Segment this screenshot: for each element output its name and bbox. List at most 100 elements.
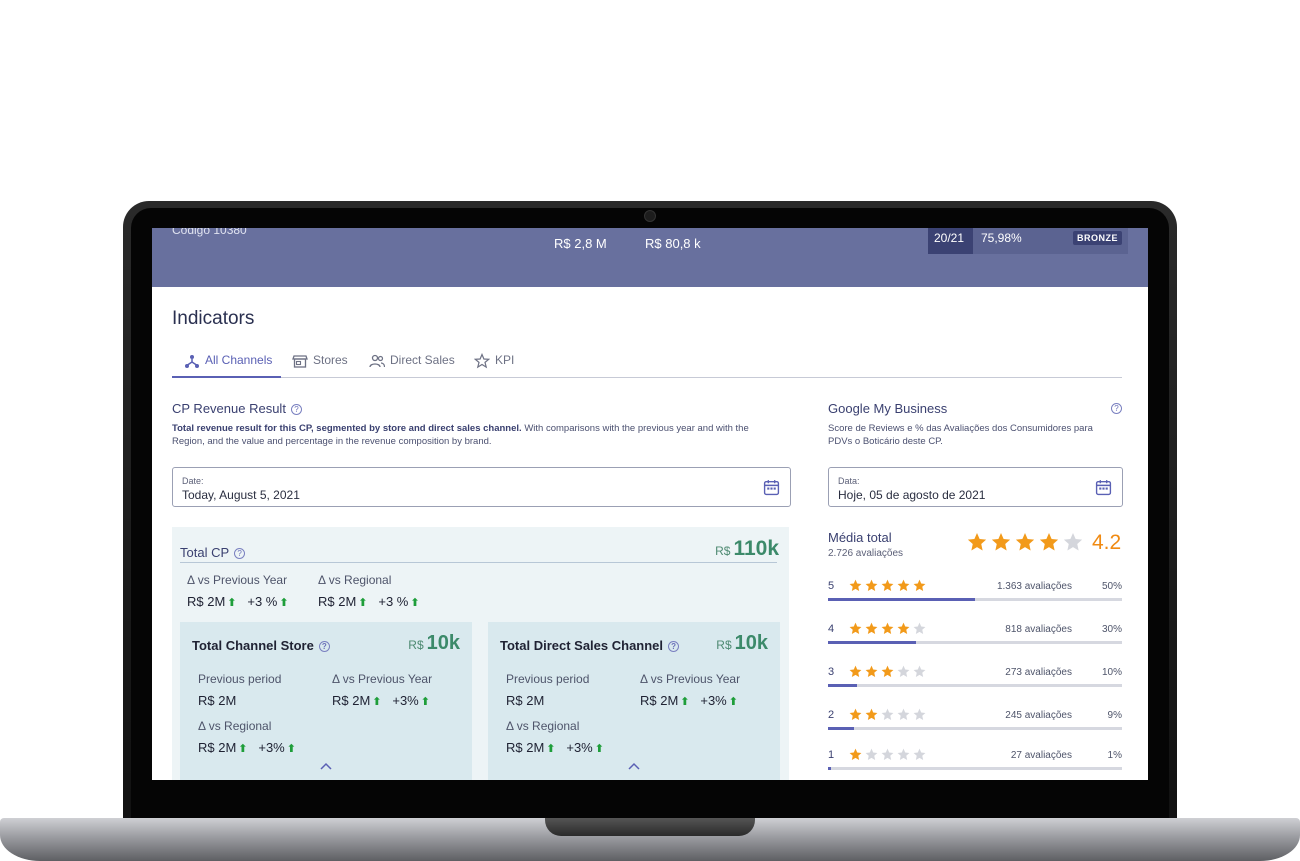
rating-percent: 1% — [1107, 750, 1122, 761]
store-icon — [292, 355, 308, 368]
tab-stores[interactable]: Stores — [292, 350, 348, 378]
rating-count: 818 avaliações — [1005, 624, 1072, 635]
star-filled-icon — [849, 708, 862, 721]
star-filled-icon — [991, 533, 1011, 551]
rating-bar-track — [828, 684, 1122, 687]
direct-sales-amount: R$ 10k — [716, 632, 768, 655]
star-empty-icon — [913, 622, 926, 635]
previous-period-label: Previous period — [506, 672, 590, 686]
currency-label: R$ — [715, 544, 731, 558]
rating-percent: 10% — [1101, 667, 1122, 678]
help-icon[interactable]: ? — [668, 641, 680, 653]
star-filled-icon — [849, 665, 862, 678]
vs-regional-values: R$ 2M ⬆ +3% ⬆ — [506, 740, 604, 755]
vs-previous-label: Δ vs Previous Year — [187, 573, 288, 587]
star-empty-icon — [897, 748, 910, 761]
rating-bar-fill — [828, 598, 975, 601]
tab-label: All Channels — [205, 353, 273, 367]
revenue-title-text: CP Revenue Result — [172, 401, 286, 416]
revenue-date-field[interactable]: Date: Today, August 5, 2021 — [172, 467, 791, 507]
star-filled-icon — [881, 665, 894, 678]
calendar-icon[interactable] — [763, 479, 780, 496]
average-label: Média total — [828, 530, 892, 545]
ranking-box: 20/21 75,98% BRONZE — [928, 228, 1128, 254]
people-icon — [369, 354, 385, 368]
channels-icon — [185, 355, 199, 368]
amount-value: 110k — [733, 537, 779, 560]
value: R$ 2M — [506, 740, 545, 755]
star-filled-icon — [913, 579, 926, 592]
arrow-up-icon: ⬆ — [279, 597, 289, 609]
rating-stars — [849, 579, 926, 592]
value: R$ 2M — [318, 594, 357, 609]
rating-level: 3 — [828, 666, 835, 678]
chevron-up-icon[interactable] — [320, 762, 332, 770]
help-icon[interactable]: ? — [318, 641, 330, 653]
value: R$ 2M — [187, 594, 226, 609]
summary-value-2: R$ 80,8 k — [645, 236, 701, 251]
tab-all-channels[interactable]: All Channels — [172, 350, 281, 378]
vs-previous-values: R$ 2M ⬆ +3% ⬆ — [332, 693, 430, 708]
channel-store-card: Total Channel Store? R$ 10k Previous peri… — [180, 622, 472, 780]
star-filled-icon — [967, 533, 987, 551]
arrow-up-icon: ⬆ — [227, 597, 237, 609]
summary-header: Código 10380 R$ 2,8 M R$ 80,8 k 20/21 75… — [152, 228, 1148, 287]
gmb-description: Score de Reviews e % das Avaliações dos … — [828, 423, 1093, 447]
summary-value-1: R$ 2,8 M — [554, 236, 607, 251]
gmb-date-field[interactable]: Data: Hoje, 05 de agosto de 2021 — [828, 467, 1123, 507]
star-filled-icon — [865, 622, 878, 635]
page-title: Indicators — [172, 308, 255, 329]
date-value: Hoje, 05 de agosto de 2021 — [838, 488, 986, 502]
vs-previous-label: Δ vs Previous Year — [640, 672, 741, 686]
value: R$ 2M — [332, 693, 371, 708]
percent: +3% — [566, 740, 593, 755]
date-label: Data: — [838, 476, 860, 486]
rating-level: 4 — [828, 623, 835, 635]
star-empty-icon — [913, 665, 926, 678]
rating-bar-track — [828, 598, 1122, 601]
tab-direct-sales[interactable]: Direct Sales — [369, 350, 455, 378]
tab-kpi[interactable]: KPI — [474, 350, 514, 378]
arrow-up-icon: ⬆ — [372, 696, 382, 708]
currency-label: R$ — [716, 638, 732, 652]
help-icon[interactable]: ? — [234, 548, 246, 560]
average-count: 2.726 avaliações — [828, 548, 904, 559]
help-icon[interactable]: ? — [290, 404, 302, 416]
rating-percent: 30% — [1101, 624, 1122, 635]
vs-previous-values: R$ 2M ⬆ +3 % ⬆ — [187, 594, 289, 609]
chevron-up-icon[interactable] — [628, 762, 640, 770]
currency-label: R$ — [408, 638, 424, 652]
arrow-up-icon: ⬆ — [238, 743, 248, 755]
date-value: Today, August 5, 2021 — [182, 488, 300, 502]
channel-store-amount: R$ 10k — [408, 632, 460, 655]
help-icon[interactable]: ? — [1111, 403, 1122, 414]
rating-count: 1.363 avaliações — [996, 581, 1072, 592]
rating-count: 273 avaliações — [1005, 667, 1072, 678]
direct-sales-title: Total Direct Sales Channel? — [500, 638, 680, 653]
tab-bar: All Channels Stores Direct Sales KPI — [172, 350, 1122, 378]
vs-previous-label: Δ vs Previous Year — [332, 672, 433, 686]
star-filled-icon — [881, 622, 894, 635]
rating-row: 4 818 avaliações 30% — [828, 621, 1122, 647]
vs-regional-label: Δ vs Regional — [198, 719, 272, 733]
star-filled-icon — [1039, 533, 1059, 551]
rating-row: 2 245 avaliações 9% — [828, 707, 1122, 733]
previous-period-label: Previous period — [198, 672, 282, 686]
calendar-icon[interactable] — [1095, 479, 1112, 496]
rating-stars — [849, 622, 926, 635]
amount-value: 10k — [734, 632, 768, 654]
star-filled-icon — [849, 579, 862, 592]
total-cp-amount: R$ 110k — [715, 537, 779, 561]
screen: Código 10380 R$ 2,8 M R$ 80,8 k 20/21 75… — [152, 228, 1148, 780]
star-filled-icon — [897, 622, 910, 635]
total-cp-title: Total CP? — [180, 545, 246, 560]
star-empty-icon — [865, 748, 878, 761]
arrow-up-icon: ⬆ — [420, 696, 430, 708]
star-empty-icon — [1063, 533, 1083, 551]
star-filled-icon — [881, 579, 894, 592]
star-outline-icon — [474, 353, 490, 369]
star-filled-icon — [849, 748, 862, 761]
tab-label: Direct Sales — [390, 353, 455, 367]
divider — [180, 562, 777, 563]
percent: +3% — [392, 693, 419, 708]
